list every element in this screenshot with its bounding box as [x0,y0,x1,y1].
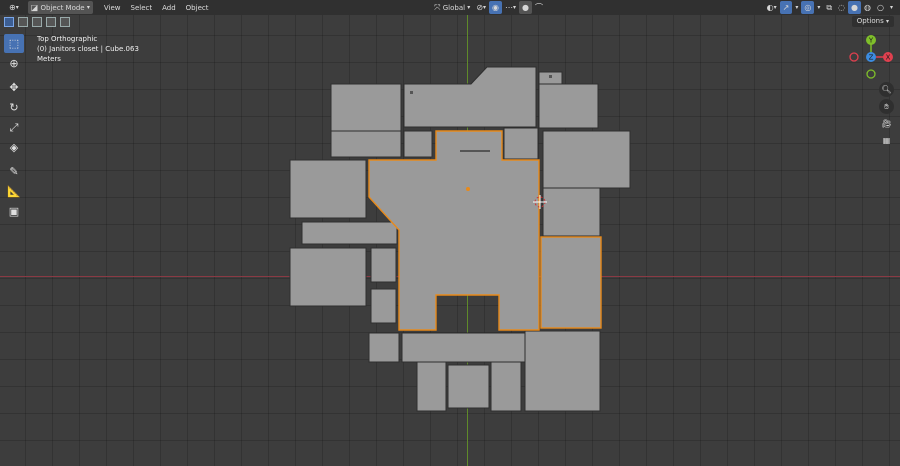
orientation-icon: ⤧ [434,3,441,12]
snap-toggle[interactable]: ◉ [489,1,503,14]
move-icon[interactable]: ✥ [4,78,24,97]
room-block [301,221,398,245]
snap-magnet-icon: ◉ [492,3,500,12]
gizmo-x-negative [849,52,859,62]
navigation-gizmo[interactable]: Y X Z [848,34,894,80]
proportional-falloff[interactable]: ⌒ [532,1,546,14]
mode-dropdown[interactable]: ◪ Object Mode ▾ [27,1,93,14]
room-block [447,364,490,409]
room-block [538,83,599,129]
wireframe-icon: ◌ [838,3,846,12]
snap-target-icon: ⋯ [505,3,514,12]
cursor-icon[interactable]: ⊕ [4,54,24,73]
view3d-icon: ⊕ [9,3,16,12]
orientation-label: Global [442,3,466,12]
active-object-info: (0) Janitors closet | Cube.063 [37,45,139,53]
gizmo-icon: ↗ [782,3,790,12]
tool-shelf: ⬚ ⊕ ✥ ↻ ⤢ ◈ ✎ 📐 ▣ [4,34,26,222]
select-subtract-icon[interactable] [32,16,42,27]
select-new-icon[interactable] [4,16,14,27]
room-block [542,130,631,189]
pivot-button[interactable]: ⊘ ▾ [473,1,489,14]
menu-select[interactable]: Select [126,4,158,12]
select-invert-icon[interactable] [46,16,56,27]
overlay-options[interactable]: ▾ [814,1,823,14]
measure-icon[interactable]: 📐 [4,182,24,201]
selected-room [540,236,602,329]
room-block [403,130,433,158]
view-name: Top Orthographic [37,35,98,43]
viewport-header: ⊕ ▾ ◪ Object Mode ▾ View Select Add Objec… [0,0,900,15]
room-block [403,66,537,128]
mode-label: Object Mode [40,3,85,12]
shading-solid[interactable]: ● [848,1,862,14]
scale-icon[interactable]: ⤢ [4,118,24,137]
camera-icon[interactable]: 🎥︎ [879,116,894,131]
menu-view[interactable]: View [99,4,126,12]
chevron-down-icon: ▾ [885,18,889,25]
gizmo-options[interactable]: ▾ [792,1,801,14]
orientation-dropdown[interactable]: ⤧ Global ▾ [431,1,473,14]
overlay-icon: ◎ [804,3,812,12]
room-block [490,361,522,412]
select-intersect-icon[interactable] [60,16,70,27]
xray-icon: ⧉ [826,3,833,12]
room-block [524,330,601,412]
object-origin-dot [466,187,470,191]
zoom-icon[interactable]: 🔍︎ [879,82,894,97]
annotate-icon[interactable]: ✎ [4,162,24,181]
gizmo-y-negative [866,69,876,79]
room-block [401,332,538,363]
room-block [370,247,397,283]
proportional-icon: ● [522,3,530,12]
proportional-edit-toggle[interactable]: ● [519,1,533,14]
gizmo-y-label: Y [868,37,874,45]
hand-pan-icon[interactable]: ✋︎ [879,99,894,114]
solid-icon: ● [851,3,859,12]
3d-viewport[interactable] [0,0,900,466]
shading-rendered[interactable]: ○ [874,1,887,14]
scene-objects[interactable] [0,0,900,466]
falloff-icon: ⌒ [535,3,544,12]
room-block [416,361,447,412]
rotate-icon[interactable]: ↻ [4,98,24,117]
room-block [330,130,402,158]
transform-icon[interactable]: ◈ [4,138,24,157]
gizmo-toggle[interactable]: ↗ [779,1,793,14]
add-cube-icon[interactable]: ▣ [4,202,24,221]
overlay-toggle[interactable]: ◎ [801,1,815,14]
material-icon: ◍ [864,3,871,12]
shading-options[interactable]: ▾ [887,1,896,14]
options-label: Options [856,17,884,25]
snap-options[interactable]: ⋯ ▾ [502,1,519,14]
room-block [542,187,601,237]
gizmo-z-label: Z [869,54,874,62]
xray-toggle[interactable]: ⧉ [823,1,835,14]
editor-type-button[interactable]: ⊕ ▾ [6,1,22,14]
room-block [503,127,539,160]
visibility-button[interactable]: ◐ ▾ [764,1,780,14]
select-mode-bar [0,15,900,28]
room-block [368,332,400,363]
rendered-icon: ○ [877,3,884,12]
room-block [289,159,367,219]
options-dropdown[interactable]: Options ▾ [851,16,894,27]
shading-wireframe[interactable]: ◌ [835,1,848,14]
shading-material[interactable]: ◍ [861,1,874,14]
room-block [370,288,397,324]
viewport-info-text: Top Orthographic (0) Janitors closet | C… [37,34,139,64]
select-box-icon[interactable]: ⬚ [4,34,24,53]
gizmo-x-label: X [886,54,891,62]
select-extend-icon[interactable] [18,16,28,27]
eye-icon: ◐ [766,3,774,12]
chevron-down-icon: ▾ [86,4,90,11]
pivot-icon: ⊘ [476,3,484,12]
room-block [289,247,367,307]
unit-label: Meters [37,55,61,63]
menu-add[interactable]: Add [157,4,181,12]
menu-object[interactable]: Object [181,4,214,12]
grid-icon[interactable]: ▦ [879,133,894,148]
object-mode-icon: ◪ [30,3,39,12]
